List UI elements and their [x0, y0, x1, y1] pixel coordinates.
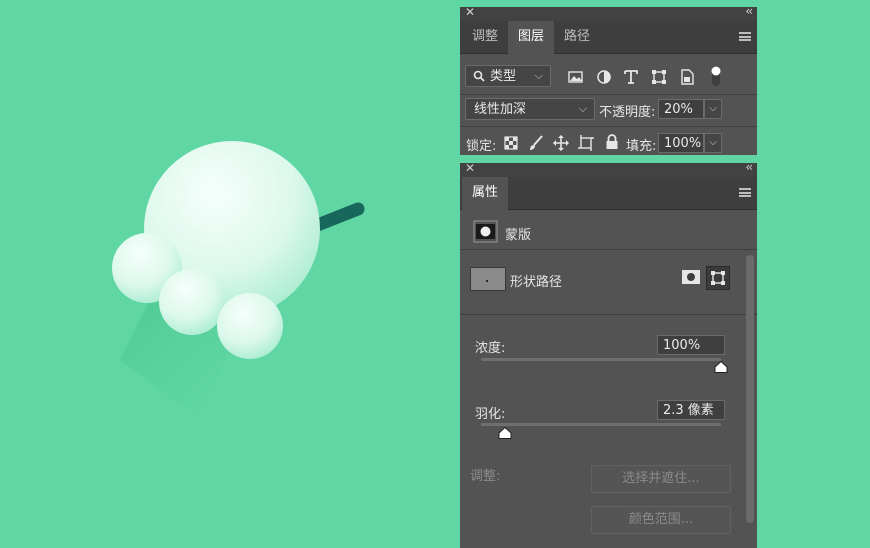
fill-label: 填充: — [626, 139, 657, 154]
chevron-down-icon: ⌵ — [534, 69, 543, 82]
lock-label: 锁定: — [466, 139, 497, 154]
lock-all-icon[interactable] — [603, 133, 621, 151]
add-vector-mask-button[interactable] — [706, 266, 730, 290]
shape-path-label: 形状路径 — [510, 275, 563, 290]
layers-tabbar: 调整 图层 路径 — [460, 21, 757, 54]
shape-layer-filter-icon[interactable] — [650, 68, 668, 86]
shape-path-thumbnail[interactable] — [470, 267, 506, 291]
canvas-artwork — [112, 141, 365, 420]
adjustment-layer-filter-icon[interactable] — [595, 68, 613, 86]
tab-properties[interactable]: 属性 — [462, 177, 509, 210]
select-and-mask-button[interactable]: 选择并遮住... — [591, 465, 731, 493]
filter-type-select[interactable]: 类型 ⌵ — [465, 65, 551, 87]
layers-panel: ✕ ‹‹ 调整 图层 路径 类型 ⌵ 线性加深 ⌵ 不透明度: 20% ⌵ 锁定… — [460, 4, 757, 155]
fill-dropdown-button[interactable]: ⌵ — [704, 133, 722, 153]
paw-toe-3 — [217, 293, 283, 359]
properties-tabbar: 属性 — [460, 177, 757, 210]
paw-toe-2 — [159, 269, 225, 335]
density-slider-track[interactable] — [481, 358, 721, 361]
close-icon[interactable]: ✕ — [465, 5, 475, 19]
lock-artboard-icon[interactable] — [577, 134, 595, 152]
feather-slider-track[interactable] — [481, 423, 721, 426]
collapse-icon[interactable]: ‹‹ — [745, 160, 752, 174]
properties-panel-titlebar: ✕ ‹‹ — [460, 160, 757, 177]
stick — [308, 202, 365, 233]
opacity-dropdown-button[interactable]: ⌵ — [704, 99, 722, 119]
add-pixel-mask-icon[interactable] — [682, 269, 700, 285]
fill-input[interactable]: 100% — [658, 133, 704, 153]
mask-icon — [473, 220, 498, 243]
vector-mask-icon — [711, 271, 725, 285]
feather-label: 羽化: — [475, 407, 506, 422]
density-slider-knob[interactable] — [714, 361, 728, 373]
chevron-down-icon: ⌵ — [578, 102, 587, 115]
density-input[interactable]: 100% — [657, 335, 725, 355]
opacity-input[interactable]: 20% — [658, 99, 704, 119]
panel-menu-icon[interactable] — [739, 188, 751, 197]
close-icon[interactable]: ✕ — [465, 161, 475, 175]
layers-panel-titlebar: ✕ ‹‹ — [460, 4, 757, 21]
feather-input[interactable]: 2.3 像素 — [657, 400, 725, 420]
color-range-button[interactable]: 颜色范围... — [591, 506, 731, 534]
adjust-label: 调整: — [470, 469, 501, 484]
lock-image-pixels-brush-icon[interactable] — [527, 134, 545, 152]
image-layer-filter-icon[interactable] — [567, 68, 585, 86]
tab-adjustments[interactable]: 调整 — [462, 21, 508, 53]
density-label: 浓度: — [475, 341, 506, 356]
text-layer-filter-icon[interactable] — [622, 68, 640, 86]
collapse-icon[interactable]: ‹‹ — [745, 4, 752, 18]
properties-panel: ✕ ‹‹ 属性 蒙版 形状路径 浓度: 100% 羽化: 2.3 像素 调整: … — [460, 160, 757, 548]
opacity-label: 不透明度: — [599, 105, 656, 120]
tab-paths[interactable]: 路径 — [554, 21, 600, 53]
feather-slider-knob[interactable] — [498, 427, 512, 439]
lock-position-move-icon[interactable] — [552, 134, 570, 152]
scrollbar[interactable] — [746, 255, 754, 523]
search-icon — [473, 70, 485, 82]
smart-object-filter-icon[interactable] — [678, 68, 696, 86]
blend-mode-select[interactable]: 线性加深 ⌵ — [465, 98, 595, 120]
mask-label: 蒙版 — [505, 228, 532, 243]
filter-toggle-switch[interactable] — [710, 65, 722, 87]
tab-layers[interactable]: 图层 — [508, 21, 555, 54]
panel-menu-icon[interactable] — [739, 32, 751, 41]
lock-transparent-pixels-icon[interactable] — [502, 134, 520, 152]
